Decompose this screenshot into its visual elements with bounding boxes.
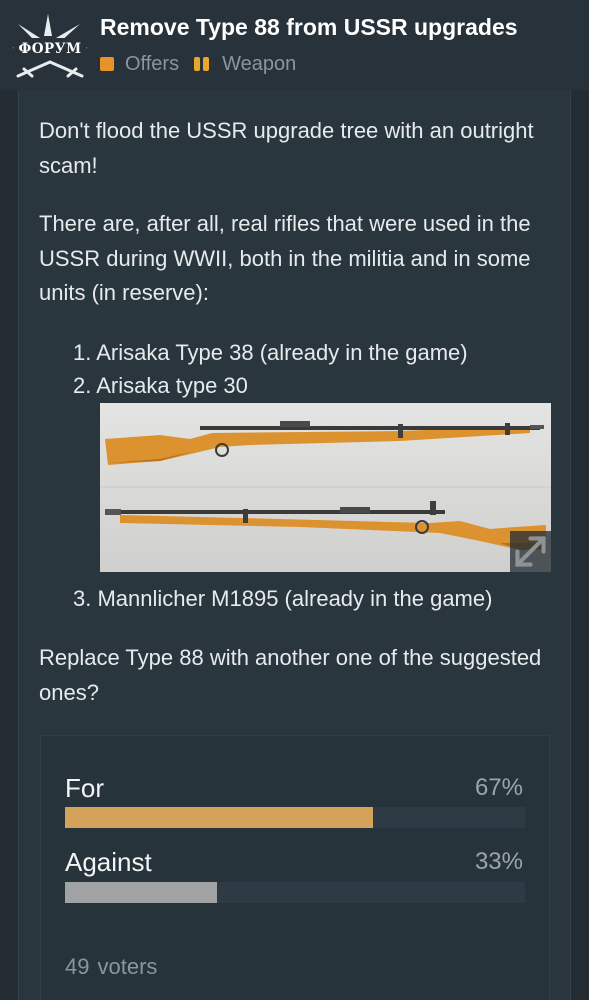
topic-title: Remove Type 88 from USSR upgrades — [100, 14, 518, 40]
post-paragraph: There are, after all, real rifles that w… — [39, 211, 531, 305]
poll-option-percent: 33% — [474, 848, 523, 875]
post-paragraph: Don't flood the USSR upgrade tree with a… — [39, 118, 534, 178]
list-item: 2. Arisaka type 30 — [73, 373, 248, 398]
topic-header: ФОРУМ Remove Type 88 from USSR upgrades … — [0, 0, 589, 90]
rifle-photo[interactable] — [100, 403, 551, 572]
poll-voter-count: 49 voters — [65, 954, 165, 980]
voter-count-label: voters — [97, 954, 158, 979]
poll-option-percent: 67% — [474, 774, 523, 801]
orange-square-icon — [100, 57, 114, 71]
tag-label: Weapon — [222, 52, 297, 75]
pause-bars-icon — [194, 57, 212, 71]
expand-arrows-icon — [515, 536, 546, 567]
poll-bar-fill — [65, 807, 374, 828]
poll: For 67% Against 33% 49 voters — [40, 735, 550, 1000]
expand-image-button[interactable] — [510, 531, 551, 572]
voter-count-number: 49 — [65, 954, 90, 979]
tag-offers[interactable]: Offers — [100, 53, 179, 76]
tag-weapon[interactable]: Weapon — [194, 53, 296, 76]
forum-logo[interactable]: ФОРУМ — [10, 14, 90, 80]
list-item: 3. Mannlicher M1895 (already in the game… — [73, 586, 493, 611]
poll-bar-fill — [65, 882, 217, 903]
poll-bar-for[interactable] — [65, 807, 525, 828]
list-item: 1. Arisaka Type 38 (already in the game) — [73, 340, 468, 365]
rifles-image — [100, 403, 551, 572]
tag-label: Offers — [125, 52, 180, 75]
post-paragraph: Replace Type 88 with another one of the … — [39, 645, 542, 705]
topic-tags: Offers Weapon — [100, 51, 311, 77]
poll-option-label: Against — [65, 847, 152, 877]
poll-bar-against[interactable] — [65, 882, 525, 903]
poll-option-label: For — [65, 773, 104, 803]
logo-text: ФОРУМ — [18, 41, 82, 57]
